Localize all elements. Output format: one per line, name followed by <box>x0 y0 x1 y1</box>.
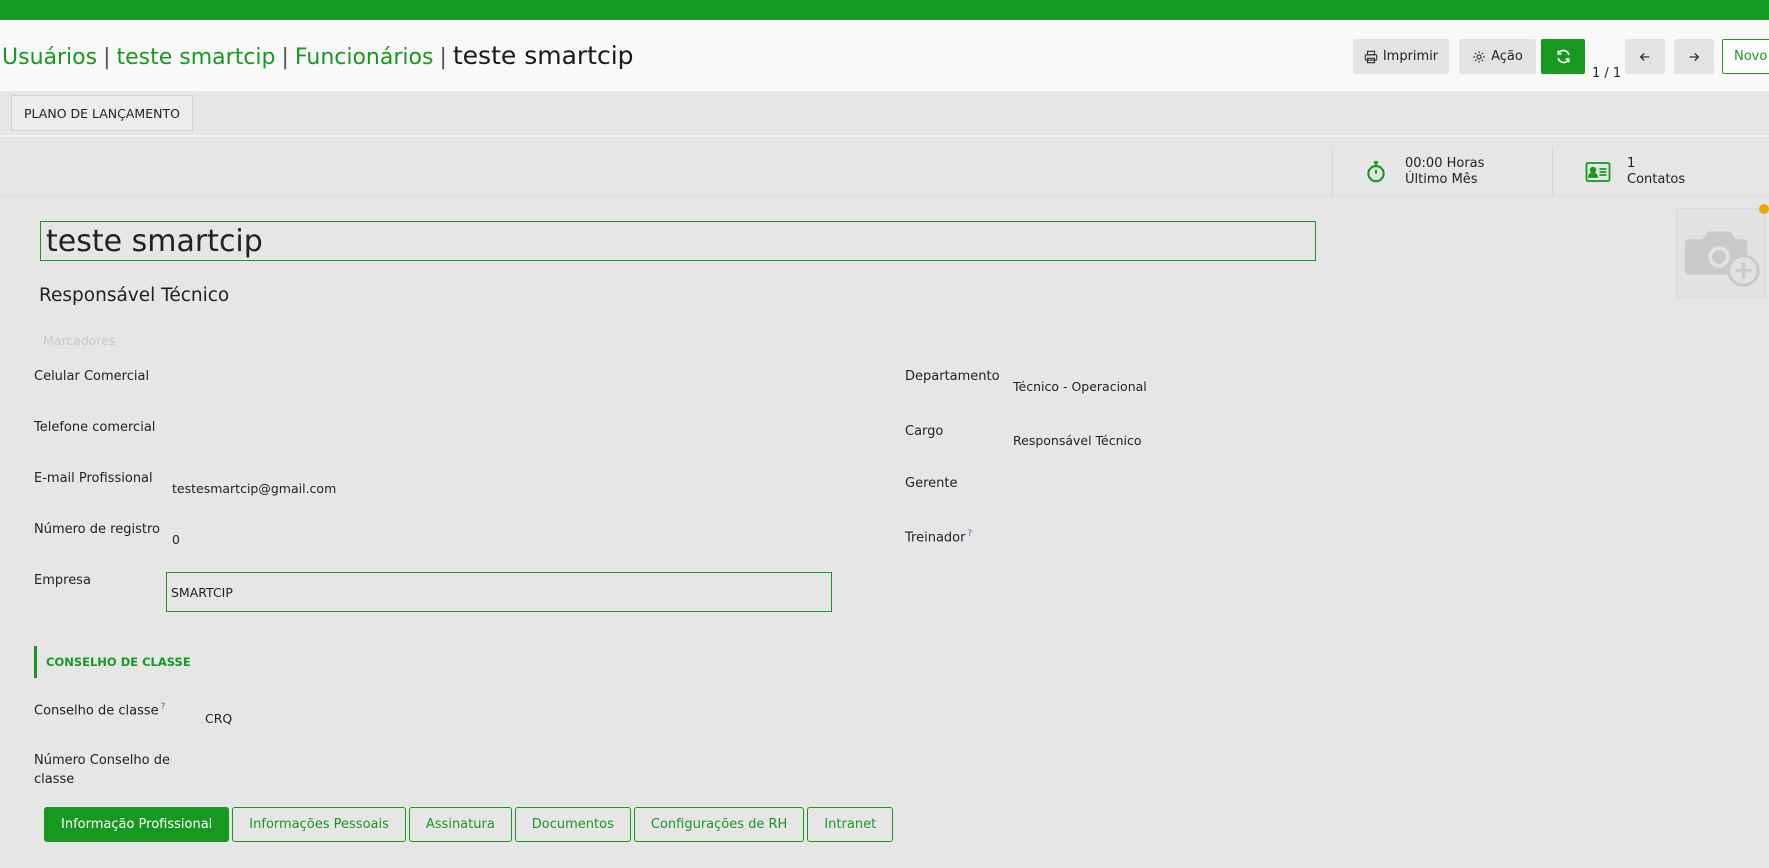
smart-buttons-row: 00:00 Horas Último Mês 1 Contatos <box>2 147 1769 196</box>
contacts-stat-label: Contatos <box>1627 172 1686 187</box>
contacts-stat-text: 1 Contatos <box>1627 156 1685 188</box>
tab-hr-settings[interactable]: Configurações de RH <box>633 807 805 842</box>
job-title-field[interactable]: Responsável Técnico <box>39 285 229 306</box>
breadcrumb-item-user[interactable]: teste smartcip <box>117 45 276 70</box>
tab-personal-info[interactable]: Informações Pessoais <box>232 807 406 842</box>
refresh-icon <box>1556 49 1570 64</box>
camera-add-icon <box>1684 231 1760 287</box>
breadcrumb-separator: | <box>281 45 289 70</box>
tab-documents[interactable]: Documentos <box>514 807 631 842</box>
council-label-text: Conselho de classe <box>34 703 159 719</box>
breadcrumb-item-employees[interactable]: Funcionários <box>295 45 434 70</box>
notebook-tabs: Informação Profissional Informações Pess… <box>44 807 894 842</box>
hours-stat-button[interactable]: 00:00 Horas Último Mês <box>1332 147 1553 195</box>
department-value[interactable]: Técnico - Operacional <box>1013 379 1147 394</box>
department-label: Departamento <box>905 369 1000 384</box>
tags-field-placeholder[interactable]: Marcadores <box>43 333 116 348</box>
refresh-button[interactable] <box>1541 39 1585 74</box>
printer-icon <box>1364 50 1378 63</box>
gear-icon <box>1473 50 1485 63</box>
action-button-label: Ação <box>1491 49 1523 64</box>
hours-stat-label: Último Mês <box>1405 172 1478 187</box>
phone-label: Telefone comercial <box>34 420 156 435</box>
print-button[interactable]: Imprimir <box>1353 39 1449 74</box>
council-label: Conselho de classe? <box>34 698 165 720</box>
stopwatch-icon <box>1367 161 1385 183</box>
council-section-title: CONSELHO DE CLASSE <box>34 646 191 678</box>
council-help-mark[interactable]: ? <box>161 702 166 712</box>
council-number-label: Número Conselho de classe <box>34 751 170 789</box>
breadcrumb: Usuários | teste smartcip | Funcionários | tes… <box>2 41 634 70</box>
council-value[interactable]: CRQ <box>205 711 232 726</box>
company-label: Empresa <box>34 573 91 588</box>
council-number-label-line1: Número Conselho de <box>34 753 170 768</box>
position-value[interactable]: Responsável Técnico <box>1013 433 1142 448</box>
manager-label: Gerente <box>905 476 958 491</box>
mobile-label: Celular Comercial <box>34 369 150 384</box>
company-input[interactable] <box>166 572 832 612</box>
top-bar <box>0 0 1769 20</box>
registration-label: Número de registro <box>34 522 160 537</box>
email-label: E-mail Profissional <box>34 471 153 486</box>
tab-professional-info[interactable]: Informação Profissional <box>44 807 230 842</box>
control-panel-header: Usuários | teste smartcip | Funcionários | tes… <box>0 20 1769 91</box>
tab-signature[interactable]: Assinatura <box>408 807 512 842</box>
new-button[interactable]: Novo <box>1722 39 1769 74</box>
previous-record-button[interactable] <box>1625 39 1665 74</box>
pager-value[interactable]: 1 / 1 <box>1592 66 1621 81</box>
presence-status-dot <box>1759 204 1769 214</box>
breadcrumb-current: teste smartcip <box>452 41 634 70</box>
registration-value[interactable]: 0 <box>172 532 180 547</box>
position-label: Cargo <box>905 424 944 439</box>
next-record-button[interactable] <box>1674 39 1714 74</box>
launch-plan-button[interactable]: PLANO DE LANÇAMENTO <box>11 95 193 131</box>
tab-intranet[interactable]: Intranet <box>807 807 894 842</box>
coach-label-text: Treinador <box>905 530 966 546</box>
action-button[interactable]: Ação <box>1459 39 1536 74</box>
arrow-right-icon <box>1689 52 1700 61</box>
coach-label: Treinador? <box>905 525 972 547</box>
contacts-stat-button[interactable]: 1 Contatos <box>1552 147 1769 195</box>
email-value[interactable]: testesmartcip@gmail.com <box>172 481 336 496</box>
statusbar: PLANO DE LANÇAMENTO <box>0 91 1769 137</box>
new-button-label: Novo <box>1734 49 1768 64</box>
arrow-left-icon <box>1639 52 1650 61</box>
coach-help-mark[interactable]: ? <box>967 529 972 539</box>
id-card-icon <box>1585 162 1611 182</box>
council-number-label-line2: classe <box>34 772 75 787</box>
breadcrumb-separator: | <box>103 45 111 70</box>
print-button-label: Imprimir <box>1382 49 1439 64</box>
contacts-stat-value: 1 <box>1627 156 1636 171</box>
employee-name-input[interactable] <box>40 221 1316 261</box>
employee-photo-upload[interactable] <box>1676 208 1766 298</box>
hours-stat-value: 00:00 Horas <box>1405 156 1485 171</box>
hours-stat-text: 00:00 Horas Último Mês <box>1405 156 1484 188</box>
breadcrumb-separator: | <box>439 45 447 70</box>
breadcrumb-item-users[interactable]: Usuários <box>2 45 97 70</box>
